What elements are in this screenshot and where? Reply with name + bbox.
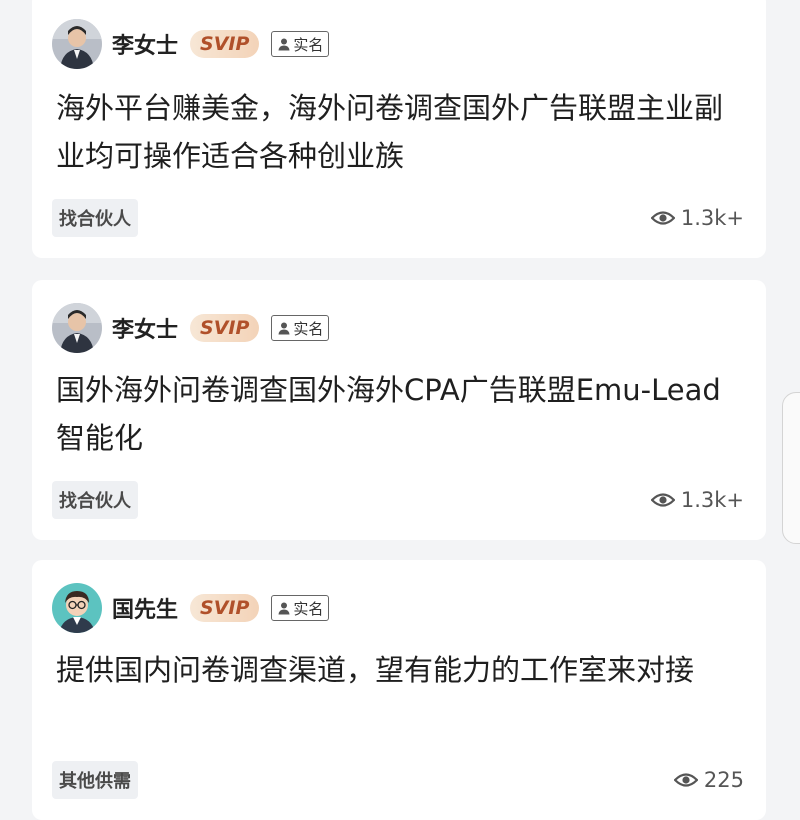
author-name[interactable]: 李女士 <box>112 312 178 344</box>
category-tag[interactable]: 找合伙人 <box>52 199 138 237</box>
post-title[interactable]: 提供国内问卷调查渠道，望有能力的工作室来对接 <box>56 646 736 694</box>
verified-badge: 实名 <box>271 595 330 621</box>
author-row: 李女士 SVIP 实名 <box>52 18 330 70</box>
author-name[interactable]: 国先生 <box>112 592 178 624</box>
author-name[interactable]: 李女士 <box>112 28 178 60</box>
vip-badge: SVIP <box>190 594 260 622</box>
author-avatar[interactable] <box>52 303 102 353</box>
view-count: 1.3k+ <box>650 206 744 230</box>
person-icon <box>278 38 290 51</box>
post-card[interactable]: 国先生 SVIP 实名 提供国内问卷调查渠道，望有能力的工作室来对接 其他供需 … <box>32 560 766 820</box>
view-count-value: 1.3k+ <box>680 206 744 230</box>
person-icon <box>278 602 290 615</box>
verified-label: 实名 <box>293 599 324 618</box>
author-row: 国先生 SVIP 实名 <box>52 582 330 634</box>
view-count: 1.3k+ <box>650 488 744 512</box>
post-footer: 找合伙人 1.3k+ <box>52 198 744 238</box>
person-icon <box>278 322 290 335</box>
view-count-value: 225 <box>703 768 744 792</box>
author-row: 李女士 SVIP 实名 <box>52 302 330 354</box>
verified-label: 实名 <box>293 319 324 338</box>
businesswoman-avatar-icon <box>52 19 102 69</box>
vip-badge: SVIP <box>190 314 260 342</box>
verified-badge: 实名 <box>271 315 330 341</box>
verified-label: 实名 <box>293 35 324 54</box>
post-card[interactable]: 李女士 SVIP 实名 国外海外问卷调查国外海外CPA广告联盟Emu-Lead智… <box>32 280 766 540</box>
view-count: 225 <box>673 768 744 792</box>
author-avatar[interactable] <box>52 19 102 69</box>
view-count-value: 1.3k+ <box>680 488 744 512</box>
post-footer: 其他供需 225 <box>52 760 744 800</box>
post-title[interactable]: 海外平台赚美金，海外问卷调查国外广告联盟主业副业均可操作适合各种创业族 <box>56 84 736 180</box>
businesswoman-avatar-icon <box>52 303 102 353</box>
eye-icon <box>673 773 698 787</box>
verified-badge: 实名 <box>271 31 330 57</box>
category-tag[interactable]: 找合伙人 <box>52 481 138 519</box>
cartoon-man-avatar-icon <box>52 583 102 633</box>
author-avatar[interactable] <box>52 583 102 633</box>
post-card[interactable]: 李女士 SVIP 实名 海外平台赚美金，海外问卷调查国外广告联盟主业副业均可操作… <box>32 0 766 258</box>
eye-icon <box>650 493 675 507</box>
post-title[interactable]: 国外海外问卷调查国外海外CPA广告联盟Emu-Lead智能化 <box>56 366 736 462</box>
category-tag[interactable]: 其他供需 <box>52 761 138 799</box>
eye-icon <box>650 211 675 225</box>
side-drawer-handle[interactable] <box>782 392 800 544</box>
vip-badge: SVIP <box>190 30 260 58</box>
post-footer: 找合伙人 1.3k+ <box>52 480 744 520</box>
